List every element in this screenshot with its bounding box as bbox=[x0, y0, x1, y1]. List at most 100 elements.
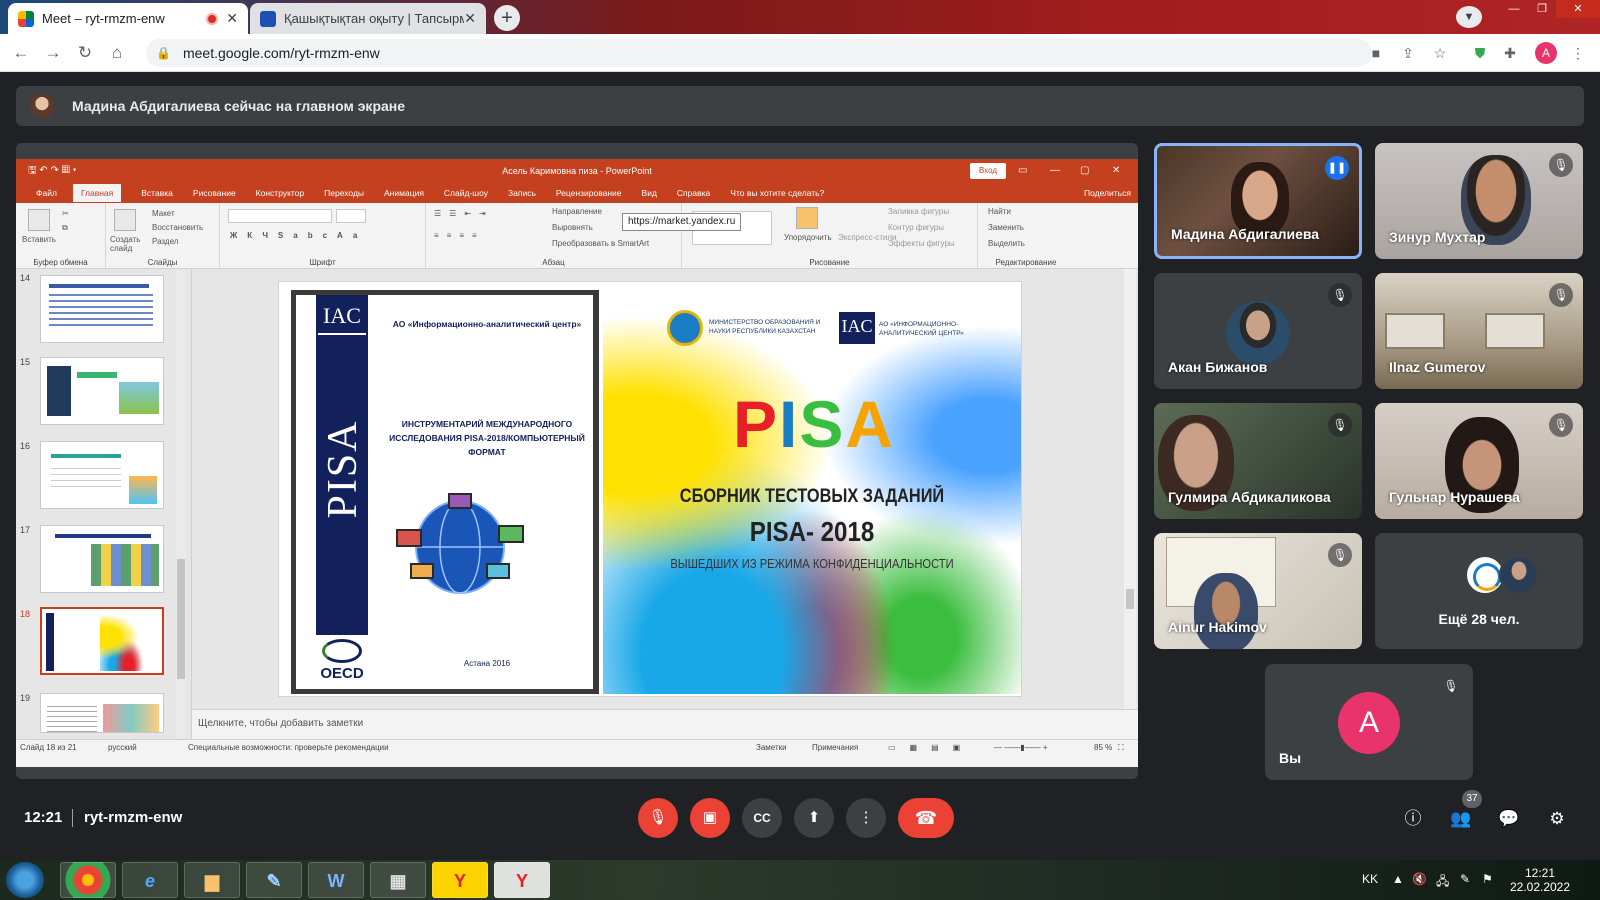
ribbon-tab-home[interactable]: Главная bbox=[72, 184, 122, 202]
action-center-flag-icon[interactable]: ⚑ bbox=[1482, 872, 1493, 886]
restore-window-icon[interactable]: ❐ bbox=[1528, 0, 1556, 18]
slide-thumbnail-19[interactable] bbox=[40, 693, 164, 733]
meeting-details-icon[interactable]: ⓘ bbox=[1400, 806, 1426, 832]
section-button[interactable]: Раздел bbox=[152, 237, 178, 246]
participant-tile[interactable]: ❚❚ Мадина Абдигалиева bbox=[1154, 143, 1362, 259]
close-tab-icon[interactable]: ✕ bbox=[464, 10, 476, 27]
font-format-buttons[interactable]: ЖКЧSabcAa bbox=[230, 231, 367, 240]
paste-icon[interactable] bbox=[28, 209, 50, 231]
text-direction-button[interactable]: Направление bbox=[552, 207, 602, 216]
ppt-maximize-icon[interactable]: ▢ bbox=[1080, 159, 1089, 183]
zoom-slider[interactable]: — ——▮—— + bbox=[994, 743, 1048, 752]
quick-access-toolbar[interactable]: 🖫 ↶ ↷ ▦ ▾ bbox=[28, 159, 76, 183]
font-name-select[interactable] bbox=[228, 209, 332, 223]
captions-button[interactable]: CC bbox=[742, 798, 782, 838]
accessibility-status[interactable]: Специальные возможности: проверьте реком… bbox=[188, 743, 389, 752]
font-size-select[interactable] bbox=[336, 209, 366, 223]
self-tile[interactable]: A 🎙 Вы bbox=[1265, 664, 1473, 780]
tell-me-search[interactable]: Что вы хотите сделать? bbox=[730, 188, 824, 198]
ribbon-display-icon[interactable]: ▭ bbox=[1018, 159, 1027, 183]
select-button[interactable]: Выделить bbox=[988, 239, 1025, 248]
align-buttons[interactable]: ≡≡≡≡ bbox=[434, 231, 485, 240]
browser-menu-icon[interactable]: ⋮ bbox=[1568, 43, 1588, 63]
ribbon-tab-design[interactable]: Конструктор bbox=[256, 188, 304, 198]
ribbon-tab-transitions[interactable]: Переходы bbox=[324, 188, 364, 198]
address-bar[interactable]: 🔒 meet.google.com/ryt-rmzm-enw bbox=[146, 39, 1372, 67]
ribbon-tab-review[interactable]: Рецензирование bbox=[556, 188, 622, 198]
participant-tile[interactable]: 🎙 Ainur Hakimov bbox=[1154, 533, 1362, 649]
calculator-taskbar-icon[interactable]: ▦ bbox=[370, 862, 426, 898]
tab-search-icon[interactable]: ▼ bbox=[1456, 6, 1482, 28]
camera-in-use-icon[interactable]: ■ bbox=[1366, 43, 1386, 63]
present-screen-button[interactable]: ⬆ bbox=[794, 798, 834, 838]
activities-icon[interactable]: ⚙ bbox=[1544, 806, 1570, 832]
ppt-close-icon[interactable]: ✕ bbox=[1112, 159, 1120, 183]
zoom-level[interactable]: 85 % bbox=[1094, 743, 1112, 752]
list-buttons[interactable]: ☰☰⇤⇥ bbox=[434, 209, 494, 218]
tab-meet[interactable]: Meet – ryt-rmzm-enw ✕ bbox=[8, 3, 248, 34]
notes-pane[interactable]: Щелкните, чтобы добавить заметки bbox=[192, 709, 1138, 739]
chat-icon[interactable]: 💬 bbox=[1496, 806, 1522, 832]
convert-smartart-button[interactable]: Преобразовать в SmartArt bbox=[552, 239, 649, 248]
ppt-minimize-icon[interactable]: — bbox=[1050, 159, 1060, 183]
drawing-app-taskbar-icon[interactable]: ✎ bbox=[246, 862, 302, 898]
shape-effects-button[interactable]: Эффекты фигуры bbox=[888, 239, 955, 248]
bookmark-star-icon[interactable]: ☆ bbox=[1430, 43, 1450, 63]
current-slide[interactable]: IAC PISA OECD АО «Информационно-аналитич… bbox=[278, 281, 1022, 697]
taskbar-clock[interactable]: 12:21 22.02.2022 bbox=[1500, 866, 1580, 894]
notes-toggle[interactable]: Заметки bbox=[756, 743, 787, 752]
home-icon[interactable]: ⌂ bbox=[106, 42, 128, 64]
tray-app-icon[interactable]: ✎ bbox=[1460, 872, 1470, 886]
microphone-toggle-button[interactable]: 🎙 bbox=[638, 798, 678, 838]
ppt-share-button[interactable]: Поделиться bbox=[1084, 188, 1131, 198]
chrome-taskbar-icon[interactable] bbox=[60, 862, 116, 898]
layout-button[interactable]: Макет bbox=[152, 209, 175, 218]
new-tab-button[interactable]: + bbox=[494, 5, 520, 31]
volume-icon[interactable]: 🔇 bbox=[1412, 872, 1427, 886]
windows-start-button[interactable] bbox=[6, 862, 44, 898]
slide-thumbnail-17[interactable] bbox=[40, 525, 164, 593]
input-language[interactable]: KK bbox=[1362, 872, 1378, 886]
network-icon[interactable]: 🖧 bbox=[1436, 872, 1449, 893]
camera-toggle-button[interactable]: ▣ bbox=[690, 798, 730, 838]
ribbon-tab-animations[interactable]: Анимация bbox=[384, 188, 424, 198]
ribbon-tab-insert[interactable]: Вставка bbox=[141, 188, 173, 198]
more-options-button[interactable]: ⋮ bbox=[846, 798, 886, 838]
slide-thumbnail-18[interactable] bbox=[40, 607, 164, 675]
reload-icon[interactable]: ↻ bbox=[74, 42, 96, 64]
leave-call-button[interactable]: ☎ bbox=[898, 798, 954, 838]
ribbon-tab-help[interactable]: Справка bbox=[677, 188, 710, 198]
meeting-code[interactable]: ryt-rmzm-enw bbox=[84, 809, 182, 826]
slide-scrollbar[interactable] bbox=[1124, 269, 1136, 709]
extensions-puzzle-icon[interactable]: ✚ bbox=[1500, 43, 1520, 63]
participant-tile[interactable]: 🎙 Гулмира Абдикаликова bbox=[1154, 403, 1362, 519]
ribbon-tab-file[interactable]: Файл bbox=[36, 188, 57, 198]
profile-avatar[interactable]: A bbox=[1535, 42, 1557, 64]
new-slide-button[interactable]: Создать слайд bbox=[110, 235, 146, 253]
ribbon-tab-slideshow[interactable]: Слайд-шоу bbox=[444, 188, 488, 198]
language-indicator[interactable]: русский bbox=[108, 743, 137, 752]
participant-tile[interactable]: 🎙 Гульнар Нурашева bbox=[1375, 403, 1583, 519]
close-tab-icon[interactable]: ✕ bbox=[226, 10, 238, 27]
replace-button[interactable]: Заменить bbox=[988, 223, 1024, 232]
reset-button[interactable]: Восстановить bbox=[152, 223, 203, 232]
internet-explorer-taskbar-icon[interactable]: e bbox=[122, 862, 178, 898]
word-taskbar-icon[interactable]: W bbox=[308, 862, 364, 898]
ribbon-tab-record[interactable]: Запись bbox=[508, 188, 536, 198]
slide-thumbnail-14[interactable] bbox=[40, 275, 164, 343]
tab-distance-learning[interactable]: Қашықтықтан оқыту | Тапсырма ✕ bbox=[250, 3, 486, 34]
ribbon-tab-draw[interactable]: Рисование bbox=[193, 188, 236, 198]
shape-outline-button[interactable]: Контур фигуры bbox=[888, 223, 944, 232]
security-extension-icon[interactable]: ⛊ bbox=[1470, 43, 1490, 63]
participant-tile[interactable]: 🎙 Ilnaz Gumerov bbox=[1375, 273, 1583, 389]
arrange-icon[interactable] bbox=[796, 207, 818, 229]
slide-thumbnail-15[interactable] bbox=[40, 357, 164, 425]
ppt-login-button[interactable]: Вход bbox=[970, 163, 1006, 179]
cut-icon[interactable]: ✂ bbox=[62, 209, 69, 218]
copy-icon[interactable]: ⧉ bbox=[62, 223, 68, 233]
comments-toggle[interactable]: Примечания bbox=[812, 743, 858, 752]
fit-to-window-icon[interactable]: ⛶ bbox=[1118, 743, 1124, 753]
file-explorer-taskbar-icon[interactable]: ▆ bbox=[184, 862, 240, 898]
find-button[interactable]: Найти bbox=[988, 207, 1011, 216]
people-icon[interactable]: 👥 bbox=[1448, 806, 1474, 832]
